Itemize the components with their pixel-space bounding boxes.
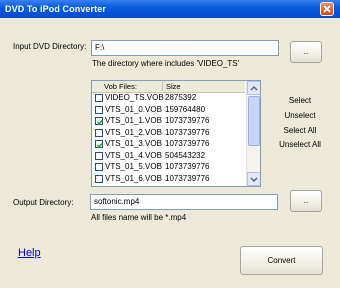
chevron-down-icon xyxy=(250,177,258,182)
file-size: 1073739776 xyxy=(165,173,210,183)
title-bar: DVD To iPod Converter xyxy=(0,0,340,18)
scroll-thumb[interactable] xyxy=(248,96,260,146)
file-checkbox[interactable] xyxy=(95,151,103,160)
column-vob-files[interactable]: Vob Files: xyxy=(104,82,137,91)
output-directory-label: Output Directory: xyxy=(13,198,74,207)
file-checkbox[interactable] xyxy=(95,94,103,102)
file-row[interactable]: VTS_01_1.VOB 1073739776 xyxy=(92,116,245,126)
close-button[interactable] xyxy=(320,2,334,16)
close-icon xyxy=(323,5,331,13)
file-name: VTS_01_2.VOB xyxy=(105,127,162,137)
file-checkbox[interactable] xyxy=(95,140,104,148)
file-row[interactable]: VTS_01_5.VOB 1073739776 xyxy=(92,162,245,172)
input-dvd-hint: The directory where includes 'VIDEO_TS' xyxy=(92,59,240,68)
input-dvd-label: Input DVD Directory: xyxy=(13,42,87,51)
file-row[interactable]: VTS_01_6.VOB 1073739776 xyxy=(92,174,245,184)
file-checkbox[interactable] xyxy=(95,105,103,114)
file-size: 504543232 xyxy=(165,150,206,160)
list-header: Vob Files: Size xyxy=(92,81,245,93)
output-hint: All files name will be *.mp4 xyxy=(91,213,187,222)
file-name: VTS_01_6.VOB xyxy=(105,173,162,183)
scroll-up-button[interactable] xyxy=(247,81,260,95)
file-checkbox[interactable] xyxy=(95,128,103,137)
checkmark-icon xyxy=(96,119,104,125)
window-title: DVD To iPod Converter xyxy=(5,4,106,14)
chevron-up-icon xyxy=(250,86,258,91)
file-name: VTS_01_4.VOB xyxy=(105,150,162,160)
file-size: 1073739776 xyxy=(165,139,210,148)
help-link[interactable]: Help xyxy=(18,247,41,259)
file-size: 1073739776 xyxy=(165,127,210,137)
file-row[interactable]: VTS_01_0.VOB 159764480 xyxy=(92,105,245,115)
scroll-down-button[interactable] xyxy=(247,172,260,186)
file-name: VTS_01_0.VOB xyxy=(105,104,162,114)
file-row[interactable]: VTS_01_2.VOB 1073739776 xyxy=(92,128,245,138)
select-all-button[interactable]: Select All xyxy=(275,126,325,135)
input-dvd-field[interactable]: F:\ xyxy=(91,40,279,56)
file-row[interactable]: VTS_01_3.VOB 1073739776 xyxy=(92,139,245,149)
file-row[interactable]: VTS_01_4.VOB 504543232 xyxy=(92,151,245,161)
file-name: VTS_01_1.VOB xyxy=(105,116,162,125)
column-size[interactable]: Size xyxy=(166,82,181,91)
unselect-all-button[interactable]: Unselect All xyxy=(275,140,325,149)
output-directory-field[interactable]: softonic.mp4 xyxy=(90,194,278,210)
file-size: 1073739776 xyxy=(165,116,210,125)
checkmark-icon xyxy=(96,142,104,148)
unselect-button[interactable]: Unselect xyxy=(275,111,325,120)
file-checkbox[interactable] xyxy=(95,117,104,125)
browse-input-button[interactable]: .. xyxy=(290,41,322,63)
list-scrollbar[interactable] xyxy=(246,81,260,186)
file-checkbox[interactable] xyxy=(95,163,103,171)
file-name: VTS_01_5.VOB xyxy=(105,162,162,171)
file-size: 2875392 xyxy=(165,93,197,102)
file-size: 1073739776 xyxy=(165,162,210,171)
file-row[interactable]: VIDEO_TS.VOB 2875392 xyxy=(92,93,245,103)
file-checkbox[interactable] xyxy=(95,174,103,183)
file-size: 159764480 xyxy=(165,104,206,114)
file-name: VIDEO_TS.VOB xyxy=(105,93,164,102)
column-separator xyxy=(162,82,163,91)
file-name: VTS_01_3.VOB xyxy=(105,139,162,148)
convert-button[interactable]: Convert xyxy=(240,246,323,275)
vob-file-list[interactable]: Vob Files: Size VIDEO_TS.VOB 2875392 VTS_0… xyxy=(91,80,261,187)
select-button[interactable]: Select xyxy=(275,96,325,105)
browse-output-button[interactable]: .. xyxy=(290,190,322,212)
